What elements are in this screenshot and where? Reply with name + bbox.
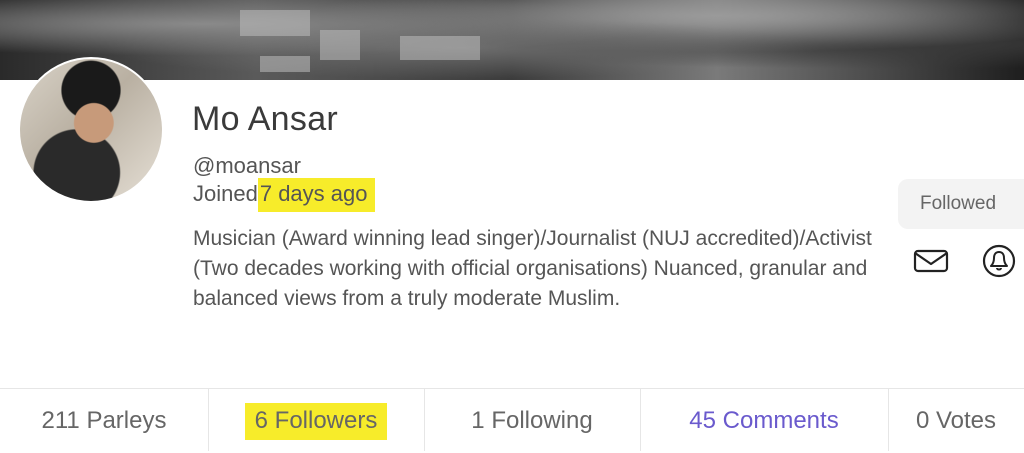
mail-icon[interactable] bbox=[912, 244, 950, 278]
bell-icon[interactable] bbox=[980, 244, 1018, 278]
followed-button[interactable]: Followed bbox=[898, 179, 1024, 229]
tab-parleys[interactable]: 211 Parleys bbox=[0, 389, 209, 451]
tab-following-label: 1 Following bbox=[471, 407, 593, 434]
tab-followers-label: 6 Followers bbox=[244, 403, 388, 440]
profile-stats-tabs: 211 Parleys 6 Followers 1 Following 45 C… bbox=[0, 388, 1024, 451]
banner-detail bbox=[320, 30, 360, 60]
cover-banner bbox=[0, 0, 1024, 80]
banner-detail bbox=[260, 56, 310, 72]
joined-date: Joined7 days ago bbox=[193, 178, 376, 212]
tab-votes[interactable]: 0 Votes bbox=[888, 389, 1024, 451]
tab-votes-label: 0 Votes bbox=[915, 407, 997, 434]
profile-handle: @moansar bbox=[193, 153, 301, 178]
avatar bbox=[18, 57, 164, 203]
tab-comments[interactable]: 45 Comments bbox=[640, 389, 889, 451]
tab-followers[interactable]: 6 Followers bbox=[208, 389, 425, 451]
banner-detail bbox=[400, 36, 480, 60]
tab-parleys-label: 211 Parleys bbox=[41, 407, 167, 434]
joined-value: 7 days ago bbox=[257, 178, 376, 212]
profile-bio: Musician (Award winning lead singer)/Jou… bbox=[193, 227, 872, 310]
profile-name: Mo Ansar bbox=[192, 100, 339, 138]
tab-following[interactable]: 1 Following bbox=[424, 389, 641, 451]
banner-detail bbox=[240, 10, 310, 36]
tab-comments-label: 45 Comments bbox=[689, 407, 839, 434]
joined-label: Joined bbox=[193, 181, 258, 206]
